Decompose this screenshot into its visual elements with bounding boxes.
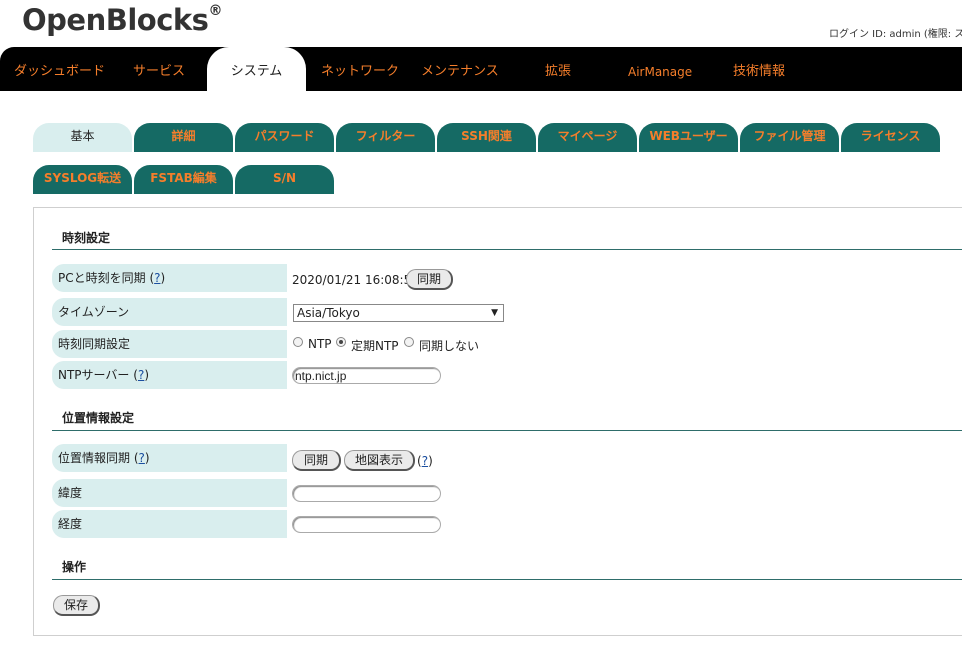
label-timezone: タイムゾーン — [52, 298, 287, 326]
tab-file-management[interactable]: ファイル管理 — [740, 123, 839, 152]
divider — [52, 430, 962, 431]
radio-ntp[interactable] — [293, 337, 303, 347]
nav-network[interactable]: ネットワーク — [321, 63, 399, 81]
radio-no-sync-label: 同期しない — [419, 339, 480, 353]
section-title-operation: 操作 — [62, 560, 87, 574]
help-link[interactable]: ? — [139, 451, 145, 465]
login-info: ログイン ID: admin (権限: スー — [829, 29, 962, 40]
tab-web-user[interactable]: WEBユーザー — [639, 123, 738, 152]
label-location-sync: 位置情報同期 (?) — [52, 444, 287, 472]
radio-periodic-ntp[interactable] — [336, 337, 346, 347]
label-longitude: 経度 — [52, 510, 287, 538]
divider — [52, 249, 962, 250]
label-sync-pc: PCと時刻を同期 (?) — [52, 264, 287, 292]
tab-mypage[interactable]: マイページ — [538, 123, 637, 152]
ntp-server-input[interactable] — [292, 367, 441, 384]
radio-no-sync[interactable] — [404, 337, 414, 347]
label-ntp-server: NTPサーバー (?) — [52, 361, 287, 389]
tab-filter[interactable]: フィルター — [336, 123, 435, 152]
save-button[interactable]: 保存 — [53, 595, 100, 616]
nav-system[interactable]: システム — [207, 47, 306, 91]
location-sync-button[interactable]: 同期 — [292, 450, 341, 471]
tab-sn[interactable]: S/N — [235, 165, 334, 194]
tab-fstab[interactable]: FSTAB編集 — [134, 165, 233, 194]
tab-basic[interactable]: 基本 — [33, 123, 132, 152]
tab-password[interactable]: パスワード — [235, 123, 334, 152]
nav-maintenance[interactable]: メンテナンス — [421, 63, 499, 81]
tab-license[interactable]: ライセンス — [841, 123, 940, 152]
longitude-input[interactable] — [292, 516, 441, 533]
tab-detail[interactable]: 詳細 — [134, 123, 233, 152]
latitude-input[interactable] — [292, 485, 441, 502]
sync-time-button[interactable]: 同期 — [406, 269, 453, 290]
help-link[interactable]: ? — [154, 271, 160, 285]
map-display-button[interactable]: 地図表示 — [344, 450, 415, 471]
tab-syslog[interactable]: SYSLOG転送 — [33, 165, 132, 194]
radio-periodic-ntp-label: 定期NTP — [351, 339, 399, 353]
section-title-time: 時刻設定 — [62, 231, 111, 245]
nav-tech-info[interactable]: 技術情報 — [733, 63, 785, 81]
nav-dashboard[interactable]: ダッシュボード — [14, 63, 105, 81]
divider — [52, 579, 962, 580]
label-latitude: 緯度 — [52, 479, 287, 507]
tab-ssh[interactable]: SSH関連 — [437, 123, 536, 152]
help-link-map[interactable]: (?) — [417, 454, 433, 468]
nav-airmanage[interactable]: AirManage — [628, 63, 692, 81]
current-datetime: 2020/01/21 16:08:53 — [292, 273, 419, 287]
nav-service[interactable]: サービス — [133, 63, 185, 81]
nav-extension[interactable]: 拡張 — [545, 63, 571, 81]
timezone-select[interactable]: Asia/Tokyo ▼ — [293, 304, 504, 322]
label-sync-mode: 時刻同期設定 — [52, 330, 287, 358]
dropdown-arrow-icon: ▼ — [491, 308, 498, 318]
top-nav: ダッシュボード サービス システム ネットワーク メンテナンス 拡張 AirMa… — [0, 47, 962, 91]
section-title-location: 位置情報設定 — [62, 411, 135, 425]
radio-ntp-label: NTP — [308, 337, 332, 351]
logo: OpenBlocks® — [22, 3, 222, 37]
help-link[interactable]: ? — [138, 368, 144, 382]
